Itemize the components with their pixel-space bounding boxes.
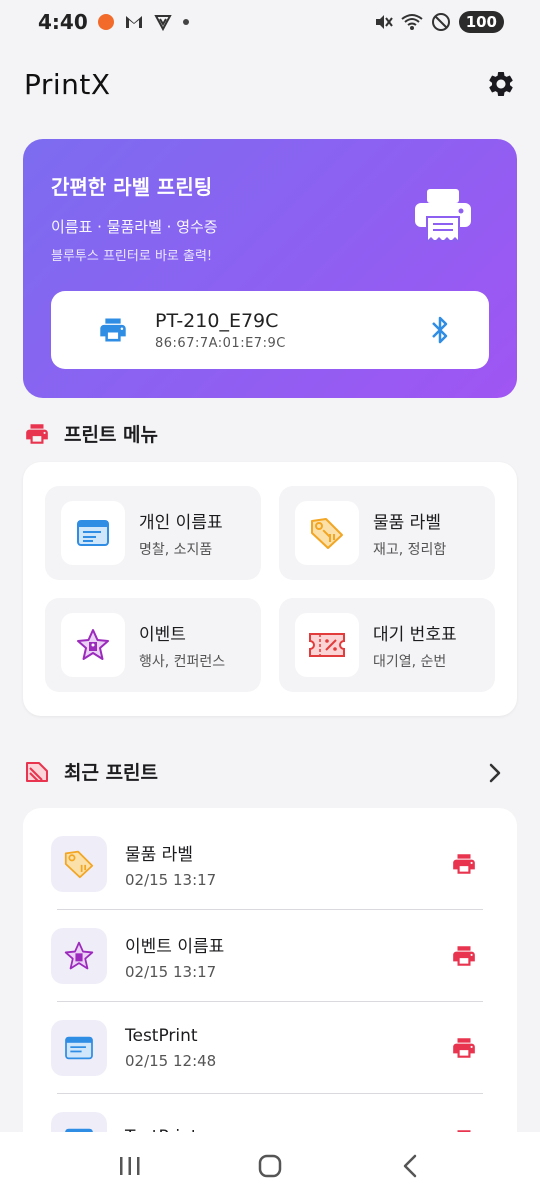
- wifi-icon: [401, 13, 423, 31]
- app-title: PrintX: [24, 67, 111, 101]
- gmail-icon: [124, 14, 144, 30]
- recent-prints-list: 물품 라벨 02/15 13:17 이벤트 이름표 02/15 13:17 Te…: [23, 808, 517, 1168]
- menu-item-name-tag[interactable]: 개인 이름표 명찰, 소지품: [45, 486, 261, 580]
- reprint-icon[interactable]: [451, 852, 477, 876]
- print-menu-header: 프린트 메뉴: [24, 420, 158, 447]
- status-time: 4:40: [38, 10, 88, 34]
- printer-icon: [24, 422, 50, 446]
- receipt-printer-icon: [413, 187, 473, 247]
- list-item-date: 02/15 12:48: [125, 1052, 217, 1070]
- menu-item-subtitle: 재고, 정리함: [373, 541, 447, 558]
- star-badge-icon: [75, 627, 111, 663]
- menu-item-title: 물품 라벨: [373, 512, 441, 533]
- status-bar: 4:40 100: [0, 0, 540, 44]
- dot-icon: [182, 18, 190, 26]
- home-nav-icon[interactable]: [240, 1141, 300, 1191]
- list-item[interactable]: TestPrint 02/15 12:48: [23, 1002, 517, 1094]
- list-item[interactable]: 물품 라벨 02/15 13:17: [23, 818, 517, 910]
- settings-gear-icon[interactable]: [486, 69, 516, 99]
- shield-icon: [154, 13, 172, 31]
- icon-box: [295, 501, 359, 565]
- menu-text: 대기 번호표 대기열, 순번: [373, 620, 457, 671]
- menu-text: 이벤트 행사, 컨퍼런스: [139, 620, 225, 671]
- menu-item-subtitle: 대기열, 순번: [373, 653, 447, 670]
- printer-icon: [97, 316, 129, 344]
- menu-text: 물품 라벨 재고, 정리함: [373, 508, 446, 559]
- menu-text: 개인 이름표 명찰, 소지품: [139, 508, 223, 559]
- list-item-date: 02/15 13:17: [125, 870, 217, 889]
- battery-indicator: 100: [458, 11, 504, 33]
- star-badge-icon: [63, 940, 95, 972]
- hero-banner: 간편한 라벨 프린팅 이름표 · 물품라벨 · 영수증 블루투스 프린터로 바로…: [23, 139, 517, 398]
- price-tag-icon: [63, 849, 95, 879]
- price-tag-icon: [309, 516, 345, 550]
- ticket-icon: [308, 630, 346, 660]
- icon-box: [295, 613, 359, 677]
- menu-item-title: 이벤트: [139, 624, 186, 645]
- reprint-icon[interactable]: [451, 944, 477, 968]
- menu-item-title: 대기 번호표: [373, 624, 457, 645]
- recents-nav-icon[interactable]: [100, 1141, 160, 1191]
- recent-prints-header: 최근 프린트: [24, 758, 158, 785]
- device-info: PT-210_E79C 86:67:7A:01:E7:9C: [155, 310, 429, 351]
- print-menu-card: 개인 이름표 명찰, 소지품 물품 라벨 재고, 정리함 이벤트 행사, 컨퍼런…: [23, 462, 517, 716]
- list-item-icon-box: [51, 1020, 107, 1076]
- list-item-date: 02/15 13:17: [125, 962, 217, 981]
- back-nav-icon[interactable]: [380, 1141, 440, 1191]
- list-item-icon-box: [51, 928, 107, 984]
- list-item-title: 이벤트 이름표: [125, 936, 225, 957]
- name-tag-icon: [76, 518, 110, 548]
- hero-description: 블루투스 프린터로 바로 출력!: [51, 249, 213, 264]
- recent-prints-title: 최근 프린트: [64, 762, 159, 784]
- list-item-text: 이벤트 이름표 02/15 13:17: [125, 932, 451, 981]
- menu-item-subtitle: 명찰, 소지품: [139, 541, 213, 558]
- print-menu-title: 프린트 메뉴: [64, 424, 159, 446]
- mute-icon: [373, 12, 393, 32]
- bluetooth-icon: [429, 315, 451, 345]
- list-item-text: 물품 라벨 02/15 13:17: [125, 840, 451, 889]
- list-item[interactable]: 이벤트 이름표 02/15 13:17: [23, 910, 517, 1002]
- reprint-icon[interactable]: [451, 1036, 477, 1060]
- system-nav-bar: [0, 1132, 540, 1200]
- app-bar: PrintX: [0, 56, 540, 112]
- chevron-right-icon[interactable]: [488, 762, 502, 784]
- icon-box: [61, 613, 125, 677]
- status-right: 100: [373, 11, 504, 33]
- history-print-icon: [24, 760, 50, 784]
- dnd-icon: [431, 12, 451, 32]
- list-item-text: TestPrint 02/15 12:48: [125, 1026, 451, 1070]
- menu-item-event[interactable]: 이벤트 행사, 컨퍼런스: [45, 598, 261, 692]
- icon-box: [61, 501, 125, 565]
- list-item-title: 물품 라벨: [125, 844, 193, 865]
- connected-device-card[interactable]: PT-210_E79C 86:67:7A:01:E7:9C: [51, 291, 489, 369]
- device-mac-address: 86:67:7A:01:E7:9C: [155, 335, 286, 351]
- device-name: PT-210_E79C: [155, 309, 279, 332]
- name-tag-icon: [64, 1035, 94, 1061]
- menu-item-subtitle: 행사, 컨퍼런스: [139, 653, 226, 670]
- list-item-icon-box: [51, 836, 107, 892]
- menu-item-queue-ticket[interactable]: 대기 번호표 대기열, 순번: [279, 598, 495, 692]
- list-item-title: TestPrint: [125, 1026, 198, 1046]
- status-left: 4:40: [38, 10, 190, 34]
- orange-dot-icon: [97, 14, 114, 30]
- menu-item-item-label[interactable]: 물품 라벨 재고, 정리함: [279, 486, 495, 580]
- menu-item-title: 개인 이름표: [139, 512, 223, 533]
